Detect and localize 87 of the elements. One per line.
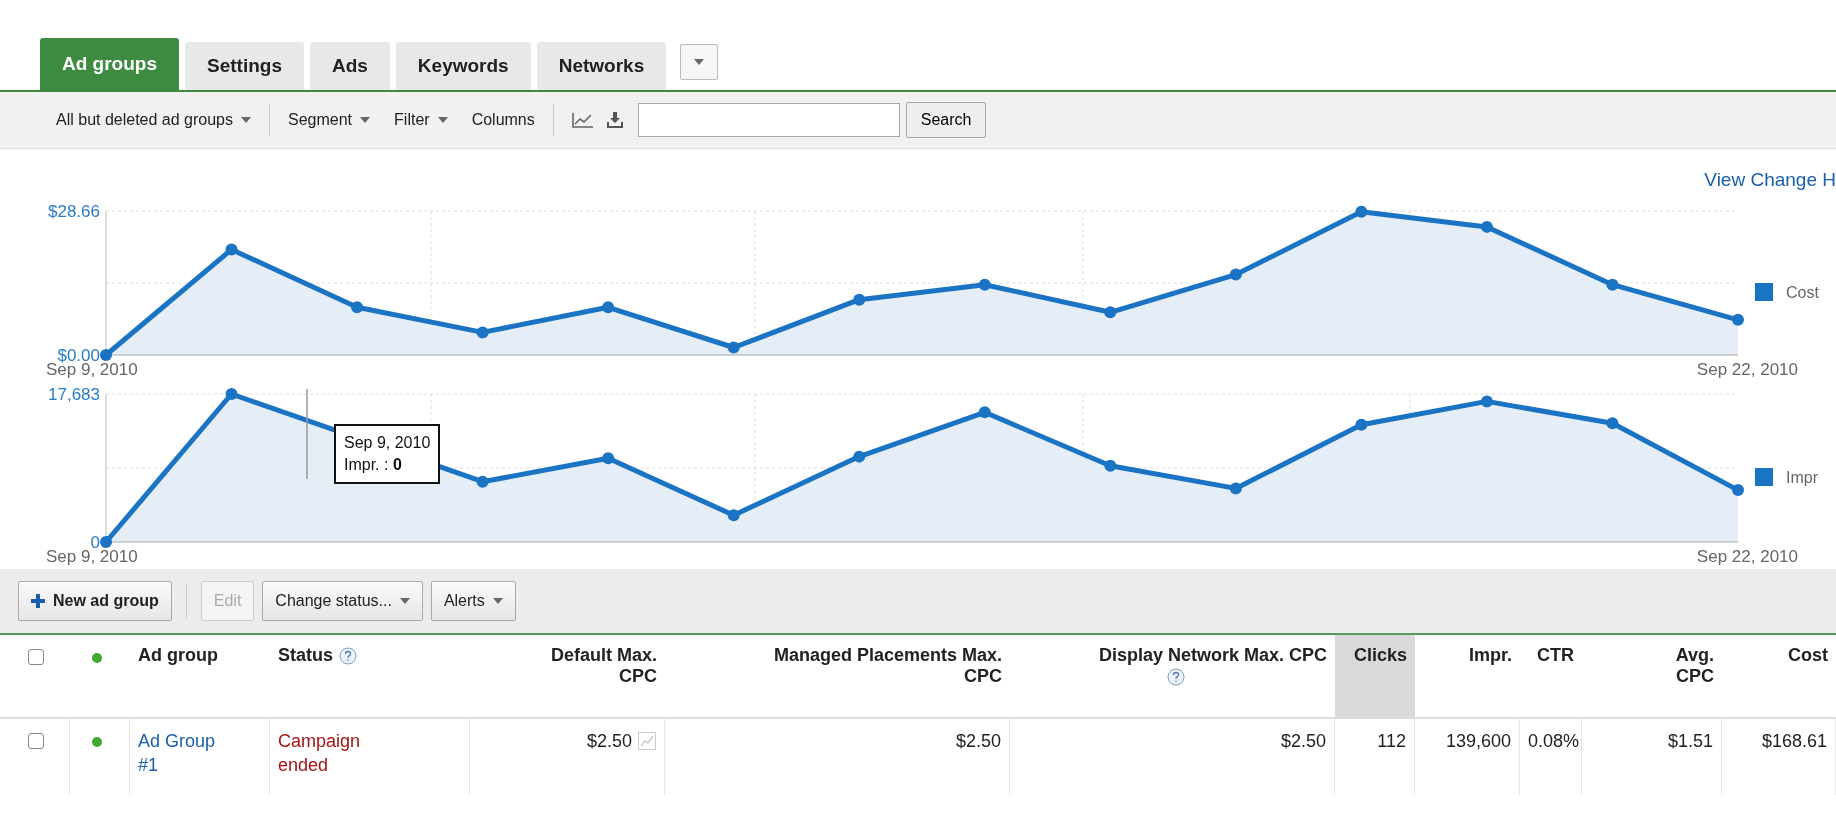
axis-label: Sep 22, 2010 [1696, 360, 1798, 379]
status-dot [92, 653, 102, 663]
line-chart-icon[interactable] [571, 112, 594, 128]
legend-label: Impr [1786, 469, 1818, 486]
new-ad-group-button[interactable]: New ad group [18, 581, 172, 621]
data-point [476, 475, 489, 488]
menu-button[interactable]: Change status... [262, 581, 423, 621]
data-point [978, 278, 991, 291]
data-point [1104, 306, 1117, 319]
data-point [1606, 278, 1619, 291]
column-header[interactable]: Ad group [138, 645, 218, 666]
data-point [853, 450, 866, 463]
caret-icon [694, 59, 705, 65]
data-point [1355, 205, 1368, 218]
data-point [225, 388, 238, 400]
caret-icon [399, 598, 410, 604]
data-point [100, 349, 112, 361]
help-icon[interactable] [1166, 668, 1185, 687]
data-point [1104, 459, 1117, 472]
data-point [100, 536, 112, 548]
data-point [727, 509, 740, 522]
column-header[interactable]: Status [278, 645, 333, 666]
chart-icon[interactable] [638, 732, 656, 750]
data-point [1606, 417, 1619, 430]
table-cell: $1.51 [1667, 731, 1713, 751]
column-header[interactable]: Impr. [1469, 645, 1512, 666]
data-point [602, 301, 615, 314]
column-header[interactable]: Managed Placements Max. CPC [767, 645, 1002, 687]
dropdown-button[interactable]: Filter [382, 111, 460, 129]
dropdown-button[interactable]: Columns [459, 111, 547, 129]
axis-label: $28.66 [48, 202, 100, 221]
table-cell-text: $2.50 [586, 730, 632, 753]
checkbox[interactable] [28, 733, 44, 749]
axis-label: $0.00 [57, 346, 100, 365]
dropdown-button[interactable]: All but deleted ad groups [44, 111, 263, 129]
table-cell: 0.08% [1528, 731, 1580, 751]
data-point [727, 341, 740, 354]
checkbox[interactable] [28, 649, 44, 665]
view-change-history-link[interactable]: View Change H [1704, 169, 1836, 190]
legend-label: Cost [1786, 284, 1819, 301]
axis-label: Sep 22, 2010 [1696, 547, 1798, 566]
caret-icon [241, 117, 251, 123]
column-header[interactable]: Avg. CPC [1664, 645, 1714, 687]
data-point [1480, 395, 1493, 408]
column-header[interactable]: Cost [1788, 645, 1828, 666]
data-point [1229, 482, 1242, 495]
table-cell: $2.50 [955, 731, 1001, 751]
tab[interactable]: Networks [536, 42, 667, 90]
tab-menu-button[interactable] [680, 44, 719, 80]
data-point [1480, 220, 1493, 233]
caret-icon [437, 117, 448, 123]
download-icon[interactable] [605, 111, 624, 129]
data-point [351, 301, 364, 314]
tab[interactable]: Settings [185, 42, 304, 90]
data-point [1355, 418, 1368, 431]
search-field[interactable] [637, 103, 900, 137]
ad-group-link[interactable]: Ad Group #1 [138, 729, 228, 777]
status-dot [92, 737, 102, 747]
data-point [978, 406, 991, 419]
plus-icon [31, 594, 45, 608]
tab[interactable]: Ad groups [40, 38, 179, 90]
table-cell: $168.61 [1761, 731, 1827, 751]
data-point [1732, 484, 1744, 497]
data-point [1229, 268, 1242, 281]
column-header[interactable]: Clicks [1353, 645, 1407, 666]
caret-icon [492, 598, 503, 604]
table-cell: $2.50 [1280, 731, 1326, 751]
table-cell: 112 [1377, 731, 1406, 751]
table-cell: 139,600 [1445, 731, 1511, 751]
data-point [225, 243, 238, 256]
dropdown-button[interactable]: Segment [276, 111, 383, 129]
column-header[interactable]: CTR [1537, 645, 1574, 666]
search-button[interactable]: Search [905, 102, 987, 138]
tab[interactable]: Keywords [395, 42, 531, 90]
data-point [476, 326, 489, 339]
column-header[interactable]: Default Max. CPC [537, 645, 657, 687]
data-point [853, 293, 866, 306]
caret-icon [360, 117, 371, 123]
tab[interactable]: Ads [309, 42, 390, 90]
menu-button[interactable]: Alerts [430, 581, 516, 621]
axis-label: 17,683 [48, 385, 100, 404]
column-header[interactable]: Display Network Max. CPC [1098, 645, 1327, 666]
data-point [602, 452, 615, 465]
data-point [1732, 313, 1744, 326]
tooltip-text: Sep 9, 2010 Impr. : 0 [344, 433, 431, 475]
help-icon[interactable] [339, 647, 357, 666]
table-cell-text: Campaign ended [278, 730, 362, 777]
